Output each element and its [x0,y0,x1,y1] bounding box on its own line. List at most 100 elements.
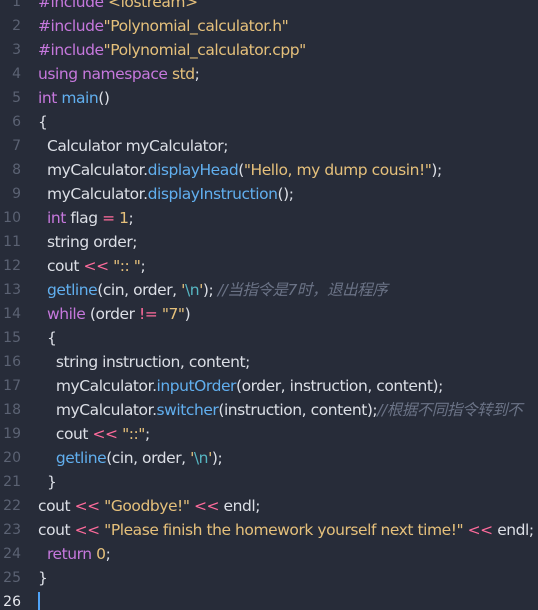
code-token: myCalculator. [38,161,148,179]
code-token: using namespace [38,65,172,83]
line-number: 10 [3,210,21,226]
code-token: string order; [38,233,138,251]
code-token: ; [144,425,150,443]
line-number: 12 [3,258,21,274]
code-line[interactable]: 6{ [0,110,538,134]
code-token: "Please finish the homework yourself nex… [104,521,464,539]
code-token: "Polynomial_calculator.cpp" [103,41,307,59]
code-token: main [61,89,99,107]
code-line[interactable]: 15 { [0,326,538,350]
line-number: 8 [12,162,21,178]
code-token: << [92,425,119,443]
code-text: #include"Polynomial_calculator.cpp" [38,38,306,62]
line-number: 9 [12,186,21,202]
code-token: (order, instruction, content); [235,377,443,395]
code-token: ); [431,161,442,179]
code-token: << [83,257,110,275]
code-text: using namespace std; [38,62,200,86]
code-line[interactable]: 12 cout << ":: "; [0,254,538,278]
line-number: 24 [3,546,21,562]
code-token: myCalculator. [38,185,148,203]
code-line[interactable]: 18 myCalculator.switcher(instruction, co… [0,398,538,422]
code-token: << [193,497,220,515]
code-token: (order [85,305,140,323]
code-line[interactable]: 13 getline(cin, order, '\n'); //当指令是7时，退… [0,278,538,302]
code-text: } [38,470,57,494]
code-token: cout [38,521,75,539]
code-line[interactable]: 23 cout << "Please finish the homework yo… [0,518,538,542]
code-token: << [467,521,494,539]
code-token: ; [140,257,146,275]
code-line[interactable]: 14 while (order != "7") [0,302,538,326]
code-token: int [38,89,62,107]
code-token: (cin, order, [97,281,182,299]
code-text: { [38,326,57,350]
code-token: cout [38,497,75,515]
line-number: 21 [3,474,21,490]
code-line[interactable]: 26 [0,590,538,610]
code-token: inputOrder [156,377,237,395]
code-text: while (order != "7") [38,302,191,326]
code-token: endl; [492,521,534,539]
code-token: <iostream> [108,0,198,11]
code-token: ); [211,449,223,467]
code-line[interactable]: 9 myCalculator.displayInstruction(); [0,182,538,206]
code-token: "Hello, my dump cousin!" [243,161,432,179]
code-text: return 0; [38,542,111,566]
code-line[interactable]: 22 cout << "Goodbye!" << endl; [0,494,538,518]
code-line[interactable]: 17 myCalculator.inputOrder(order, instru… [0,374,538,398]
code-token: switcher [156,401,219,419]
code-line[interactable]: 11 string order; [0,230,538,254]
code-editor[interactable]: 1 #include <iostream> 2 #include"Polynomial… [0,0,538,610]
code-token: ; [128,209,134,227]
code-token: #include [38,0,109,11]
code-line[interactable]: 24 return 0; [0,542,538,566]
line-number: 19 [3,426,21,442]
code-line[interactable]: 5 int main() [0,86,538,110]
code-token: getline [46,281,98,299]
code-line[interactable]: 16 string instruction, content; [0,350,538,374]
text-cursor [38,592,40,610]
code-token: myCalculator. [38,377,157,395]
code-line[interactable]: 20 getline(cin, order, '\n'); [0,446,538,470]
code-text: myCalculator.switcher(instruction, conte… [38,398,523,422]
code-line[interactable]: 8 myCalculator.displayHead("Hello, my du… [0,158,538,182]
code-token: (cin, order, [106,449,191,467]
code-token: displayInstruction [147,185,278,203]
code-line[interactable]: 1 #include <iostream> [0,0,538,14]
line-number: 23 [3,522,21,538]
line-number: 17 [3,378,21,394]
code-text: string order; [38,230,138,254]
code-token: flag [70,209,103,227]
line-number: 3 [12,42,21,58]
code-text: getline(cin, order, '\n'); [38,446,223,470]
line-number: 1 [12,0,21,10]
code-text: #include <iostream> [38,0,198,14]
code-line[interactable]: 25} [0,566,538,590]
code-line[interactable]: 10 int flag = 1; [0,206,538,230]
line-number: 26 [3,594,21,610]
code-token: != [139,305,158,323]
line-number: 14 [3,306,21,322]
code-token: cout [38,257,84,275]
code-text: cout << ":: "; [38,254,146,278]
code-line[interactable]: 7 Calculator myCalculator; [0,134,538,158]
line-number: 11 [3,234,21,250]
line-number: 16 [3,354,21,370]
code-line[interactable]: 21 } [0,470,538,494]
line-number: 18 [3,402,21,418]
code-text: string instruction, content; [38,350,250,374]
code-line[interactable]: 4 using namespace std; [0,62,538,86]
code-token: while [46,305,86,323]
code-token: //根据不同指令转到不 [377,401,523,419]
code-token: #include [38,41,104,59]
code-token: myCalculator. [38,401,157,419]
code-token: { [38,329,57,347]
code-line[interactable]: 3 #include"Polynomial_calculator.cpp" [0,38,538,62]
code-line[interactable]: 2 #include"Polynomial_calculator.h" [0,14,538,38]
code-token: (); [277,185,294,203]
code-line[interactable]: 19 cout << "::"; [0,422,538,446]
code-token: "7" [161,305,185,323]
code-text: int main() [38,86,110,110]
